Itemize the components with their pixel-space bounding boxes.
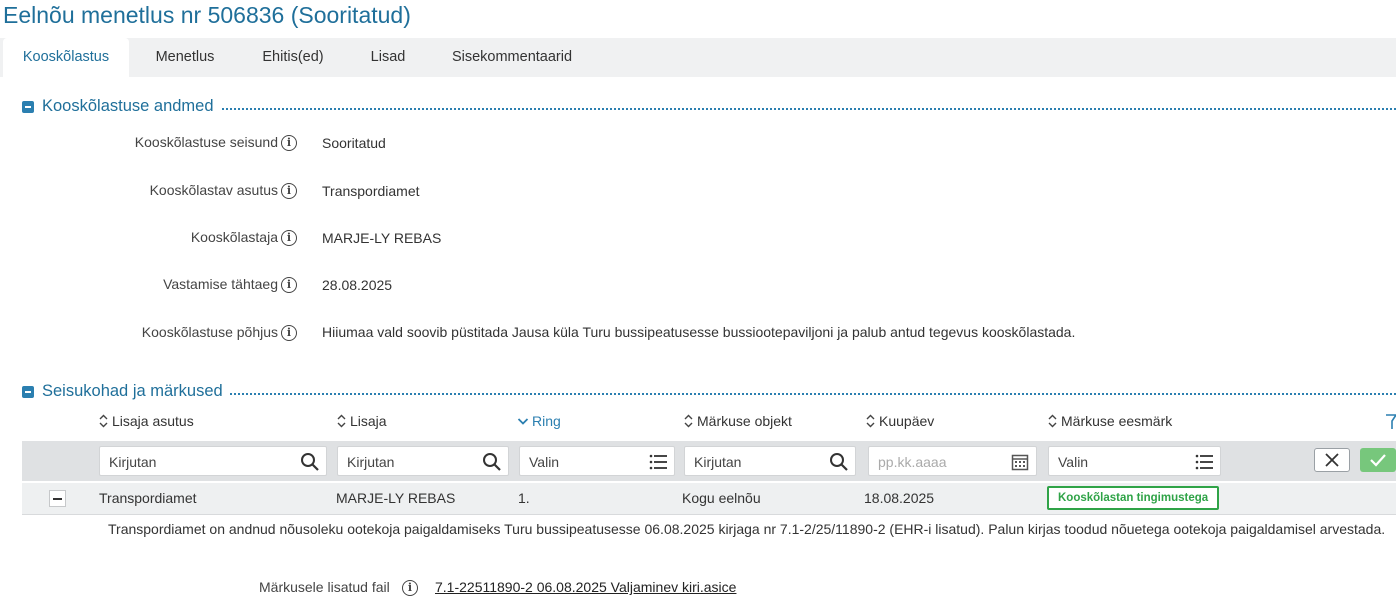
field-label-asutus: Kooskõlastav asutus [149,182,278,198]
filter-placeholder: pp.kk.aaaa [878,454,947,470]
sort-icon [684,414,693,428]
filter-eesmark-select[interactable]: Valin [1048,446,1221,476]
field-label-pohjus: Kooskõlastuse põhjus [141,324,278,340]
search-icon[interactable] [829,452,849,472]
field-value-seisund: Sooritatud [322,135,386,151]
field-label-seisund: Kooskõlastuse seisund [134,134,278,150]
list-icon[interactable] [648,452,668,472]
sort-icon [1048,414,1057,428]
filter-lisaja-input[interactable]: Kirjutan [337,446,509,476]
info-icon[interactable]: i [281,183,297,199]
filter-placeholder: Valin [1058,454,1089,470]
remarks-section-header: Seisukohad ja märkused [22,382,1396,402]
tab-bar: Kooskõlastus Menetlus Ehitis(ed) Lisad S… [0,38,1396,77]
field-label-tahtaeg: Vastamise tähtaeg [163,276,278,292]
search-icon[interactable] [300,452,320,472]
info-icon[interactable]: i [281,230,297,246]
filter-bar: Kirjutan Kirjutan Valin Kirjutan pp.kk.a… [22,441,1396,481]
column-header-eesmark[interactable]: Märkuse eesmärk [1048,413,1172,429]
apply-filters-button[interactable] [1360,448,1396,472]
sort-icon [337,414,346,428]
column-label: Ring [532,413,561,429]
page-title: Eelnõu menetlus nr 506836 (Sooritatud) [3,2,411,28]
field-value-asutus: Transpordiamet [322,183,420,199]
clear-filters-button[interactable] [1314,448,1350,472]
filter-ring-select[interactable]: Valin [519,446,675,476]
tab-menetlus[interactable]: Menetlus [135,38,235,77]
filter-objekt-input[interactable]: Kirjutan [684,446,856,476]
cell-lisaja: MARJE-LY REBAS [336,490,456,506]
filter-placeholder: Valin [529,454,560,470]
info-icon[interactable]: i [281,277,297,293]
close-icon [1325,453,1339,467]
filter-icon[interactable] [1386,414,1396,430]
details-section-header: Kooskõlastuse andmed [22,97,1396,117]
field-value-kooskolastaja: MARJE-LY REBAS [322,230,442,246]
status-badge: Kooskõlastan tingimustega [1047,486,1220,510]
column-label: Kuupäev [879,413,935,429]
check-icon [1370,454,1386,467]
tab-kooskolastus[interactable]: Kooskõlastus [3,38,129,77]
sort-desc-icon [517,418,529,425]
column-header-lisaja[interactable]: Lisaja [337,413,387,429]
search-icon[interactable] [482,452,502,472]
field-value-pohjus: Hiiumaa vald soovib püstitada Jausa küla… [322,324,1076,340]
filter-placeholder: Kirjutan [347,454,395,470]
column-label: Lisaja asutus [112,413,194,429]
column-header-objekt[interactable]: Märkuse objekt [684,413,792,429]
tab-lisad[interactable]: Lisad [350,38,426,77]
cell-objekt: Kogu eelnõu [682,490,761,506]
column-header-asutus[interactable]: Lisaja asutus [99,413,194,429]
cell-ring: 1. [518,490,530,506]
info-icon[interactable]: i [281,325,297,341]
column-header-ring[interactable]: Ring [517,413,561,429]
info-icon[interactable]: i [402,580,418,596]
table-row[interactable]: Transpordiamet MARJE-LY REBAS 1. Kogu ee… [22,483,1396,515]
calendar-icon[interactable] [1010,452,1030,472]
attachment-label: Märkusele lisatud fail [259,579,390,595]
attachment-link[interactable]: 7.1-22511890-2 06.08.2025 Valjaminev kir… [435,579,736,595]
tab-sisekommentaarid[interactable]: Sisekommentaarid [432,38,592,77]
collapse-icon[interactable] [22,386,34,398]
filter-placeholder: Kirjutan [694,454,742,470]
sort-icon [99,414,108,428]
remarks-section-title: Seisukohad ja märkused [42,382,229,401]
cell-kuupaev: 18.08.2025 [864,490,935,506]
column-header-kuupaev[interactable]: Kuupäev [866,413,934,429]
filter-asutus-input[interactable]: Kirjutan [99,446,327,476]
info-icon[interactable]: i [281,135,297,151]
section-divider [42,393,1396,395]
field-label-kooskolastaja: Kooskõlastaja [190,229,278,245]
column-label: Lisaja [350,413,387,429]
column-label: Märkuse objekt [697,413,792,429]
sort-icon [866,414,875,428]
field-value-tahtaeg: 28.08.2025 [322,277,393,293]
column-label: Märkuse eesmärk [1061,413,1173,429]
list-icon[interactable] [1194,452,1214,472]
collapse-icon[interactable] [22,101,34,113]
section-divider [42,108,1396,110]
collapse-row-button[interactable] [49,490,66,507]
cell-asutus: Transpordiamet [99,490,197,506]
details-section-title: Kooskõlastuse andmed [42,97,220,116]
filter-kuupaev-input[interactable]: pp.kk.aaaa [868,446,1037,476]
tab-ehitised[interactable]: Ehitis(ed) [240,38,346,77]
remark-text: Transpordiamet on andnud nõusoleku ootek… [108,521,1386,537]
filter-placeholder: Kirjutan [109,454,157,470]
